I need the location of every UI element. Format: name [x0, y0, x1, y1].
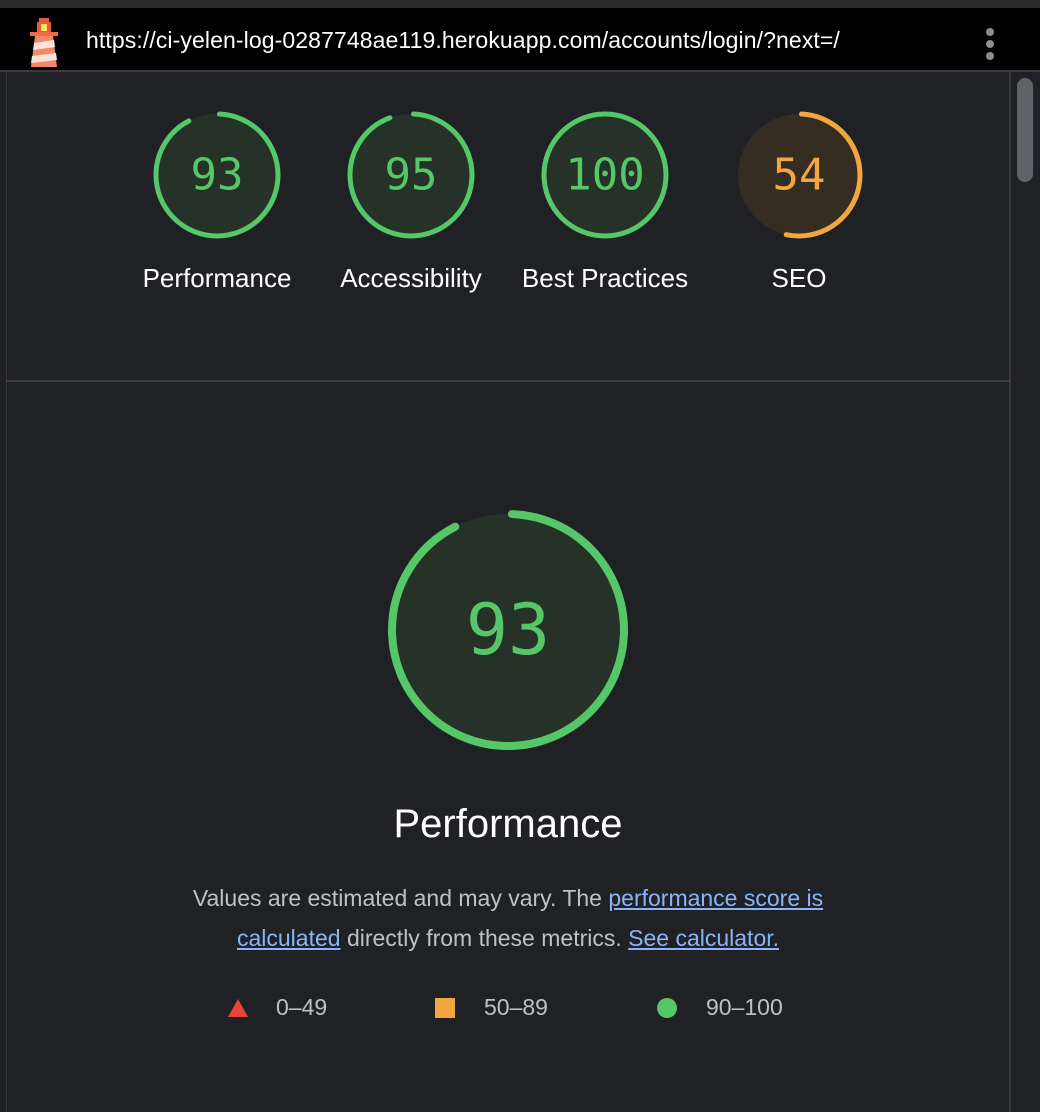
- score-gauge-ring: 54: [735, 111, 863, 239]
- description-text-middle: directly from these metrics.: [340, 925, 629, 951]
- legend-range-pass: 90–100: [706, 994, 783, 1020]
- page-url: https://ci-yelen-log-0287748ae119.heroku…: [86, 27, 840, 53]
- see-calculator-link[interactable]: See calculator.: [628, 925, 779, 951]
- section-divider: [6, 380, 1010, 382]
- url-bar: https://ci-yelen-log-0287748ae119.heroku…: [0, 0, 1040, 72]
- category-gauges: 93 Performance 95 Accessibility 100 Best Pr…: [6, 72, 1010, 380]
- gauge-score: 93: [466, 589, 550, 671]
- legend-range-average: 50–89: [484, 994, 548, 1020]
- description-text: Values are estimated and may vary. The: [192, 885, 609, 911]
- kebab-menu-icon[interactable]: [978, 24, 1002, 64]
- gauge-best-practices[interactable]: 100 Best Practices: [515, 110, 695, 298]
- gauge-label: Accessibility: [340, 263, 482, 293]
- performance-score-gauge: 93: [386, 508, 630, 752]
- score-gauge-ring: 100: [541, 111, 669, 239]
- score-legend: 0–49 50–89 90–100: [226, 992, 806, 1026]
- gauge-performance[interactable]: 93 Performance: [127, 110, 307, 298]
- triangle-fail-icon: [228, 999, 248, 1017]
- gauge-seo[interactable]: 54 SEO: [709, 110, 889, 298]
- performance-title: Performance: [393, 802, 623, 846]
- score-gauge-ring: 95: [347, 111, 475, 239]
- performance-description: Values are estimated and may vary. The p…: [156, 878, 860, 958]
- scrollbar-track[interactable]: [1010, 72, 1040, 1112]
- circle-pass-icon: [657, 998, 677, 1018]
- gauge-score: 100: [565, 150, 644, 201]
- gauge-score: 54: [773, 150, 826, 201]
- scrollbar-thumb[interactable]: [1017, 78, 1033, 182]
- gauge-label: SEO: [771, 263, 827, 293]
- score-gauge-ring: 93: [153, 111, 281, 239]
- gauge-label: Performance: [142, 263, 292, 293]
- legend-range-fail: 0–49: [276, 994, 328, 1020]
- lighthouse-icon: [30, 18, 58, 67]
- gauge-score: 93: [191, 150, 244, 201]
- square-average-icon: [435, 998, 455, 1018]
- score-gauge-ring: 93: [388, 510, 628, 750]
- gauge-accessibility[interactable]: 95 Accessibility: [321, 110, 501, 298]
- gauge-label: Best Practices: [521, 263, 689, 293]
- gauge-score: 95: [385, 150, 438, 201]
